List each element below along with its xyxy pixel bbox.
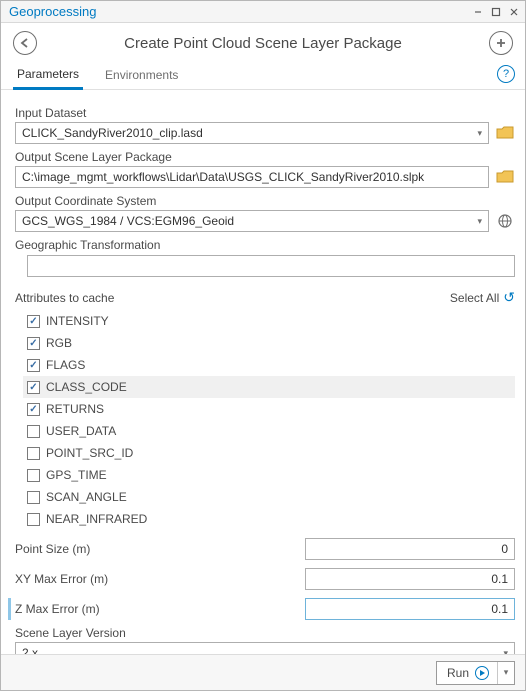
globe-icon (497, 213, 513, 229)
attr-checkbox[interactable] (27, 403, 40, 416)
attr-checkbox[interactable] (27, 337, 40, 350)
attr-label: RGB (46, 336, 72, 350)
attr-checkbox[interactable] (27, 359, 40, 372)
out-cs-label: Output Coordinate System (15, 194, 515, 208)
z-err-label: Z Max Error (m) (15, 602, 100, 616)
add-button[interactable] (489, 31, 513, 55)
attr-checkbox[interactable] (27, 447, 40, 460)
autohide-icon[interactable] (471, 5, 485, 19)
arrow-left-icon (19, 37, 31, 49)
run-button[interactable]: Run ▾ (436, 661, 515, 685)
run-dropdown-button[interactable]: ▾ (498, 667, 514, 678)
attr-row[interactable]: CLASS_CODE (23, 376, 515, 398)
attr-row[interactable]: POINT_SRC_ID (23, 442, 515, 464)
input-dataset-label: Input Dataset (15, 106, 515, 120)
attr-checkbox[interactable] (27, 513, 40, 526)
attr-row[interactable]: INTENSITY (23, 310, 515, 332)
select-all-button[interactable]: Select All ↺ (450, 289, 515, 306)
slv-label: Scene Layer Version (15, 626, 515, 640)
z-err-field[interactable] (305, 598, 515, 620)
help-button[interactable]: ? (497, 65, 515, 83)
parameters-form: Input Dataset CLICK_SandyRiver2010_clip.… (1, 90, 525, 672)
output-slpk-field[interactable] (15, 166, 489, 188)
run-label: Run (447, 666, 469, 680)
maximize-icon[interactable] (489, 5, 503, 19)
folder-icon (496, 170, 514, 184)
attr-row[interactable]: USER_DATA (23, 420, 515, 442)
close-icon[interactable] (507, 5, 521, 19)
back-button[interactable] (13, 31, 37, 55)
attr-label: FLAGS (46, 358, 85, 372)
attr-checkbox[interactable] (27, 381, 40, 394)
attr-label: POINT_SRC_ID (46, 446, 133, 460)
attr-label: SCAN_ANGLE (46, 490, 127, 504)
play-icon (475, 666, 489, 680)
input-dataset-value: CLICK_SandyRiver2010_clip.lasd (22, 126, 203, 140)
tab-environments[interactable]: Environments (101, 62, 182, 88)
xy-err-field[interactable] (305, 568, 515, 590)
attr-row[interactable]: NEAR_INFRARED (23, 508, 515, 530)
geo-trans-field[interactable] (27, 255, 515, 277)
tab-parameters[interactable]: Parameters (13, 61, 83, 90)
out-cs-value: GCS_WGS_1984 / VCS:EGM96_Geoid (22, 214, 234, 228)
attr-checkbox[interactable] (27, 425, 40, 438)
attr-row[interactable]: FLAGS (23, 354, 515, 376)
tool-header: Create Point Cloud Scene Layer Package (1, 23, 525, 61)
tab-bar: Parameters Environments ? (1, 61, 525, 90)
folder-icon (496, 126, 514, 140)
chevron-down-icon: ▾ (477, 216, 482, 227)
attr-row[interactable]: RETURNS (23, 398, 515, 420)
cs-picker-button[interactable] (495, 211, 515, 231)
chevron-down-icon: ▾ (477, 128, 482, 139)
point-size-field[interactable] (305, 538, 515, 560)
attr-label: INTENSITY (46, 314, 109, 328)
attr-row[interactable]: GPS_TIME (23, 464, 515, 486)
window-controls (471, 5, 521, 19)
reset-icon: ↺ (503, 289, 515, 306)
plus-icon (495, 37, 507, 49)
attr-row[interactable]: SCAN_ANGLE (23, 486, 515, 508)
attr-row[interactable]: RGB (23, 332, 515, 354)
browse-input-button[interactable] (495, 123, 515, 143)
attr-label: RETURNS (46, 402, 104, 416)
geo-trans-label: Geographic Transformation (15, 238, 515, 252)
attributes-list: INTENSITY RGB FLAGS CLASS_CODE RETURNS USER_D… (15, 310, 515, 530)
input-dataset-field[interactable]: CLICK_SandyRiver2010_clip.lasd ▾ (15, 122, 489, 144)
attr-label: NEAR_INFRARED (46, 512, 147, 526)
tool-title: Create Point Cloud Scene Layer Package (37, 35, 489, 52)
pane-title: Geoprocessing (5, 4, 96, 19)
point-size-label: Point Size (m) (15, 542, 90, 556)
xy-err-label: XY Max Error (m) (15, 572, 108, 586)
attr-checkbox[interactable] (27, 491, 40, 504)
pane-header: Geoprocessing (1, 1, 525, 23)
attrs-label: Attributes to cache (15, 291, 114, 305)
attr-checkbox[interactable] (27, 315, 40, 328)
attr-label: CLASS_CODE (46, 380, 127, 394)
select-all-label: Select All (450, 291, 499, 305)
attr-label: GPS_TIME (46, 468, 107, 482)
out-cs-field[interactable]: GCS_WGS_1984 / VCS:EGM96_Geoid ▾ (15, 210, 489, 232)
browse-output-button[interactable] (495, 167, 515, 187)
footer: Run ▾ (1, 654, 525, 690)
attr-label: USER_DATA (46, 424, 116, 438)
output-slpk-label: Output Scene Layer Package (15, 150, 515, 164)
attr-checkbox[interactable] (27, 469, 40, 482)
